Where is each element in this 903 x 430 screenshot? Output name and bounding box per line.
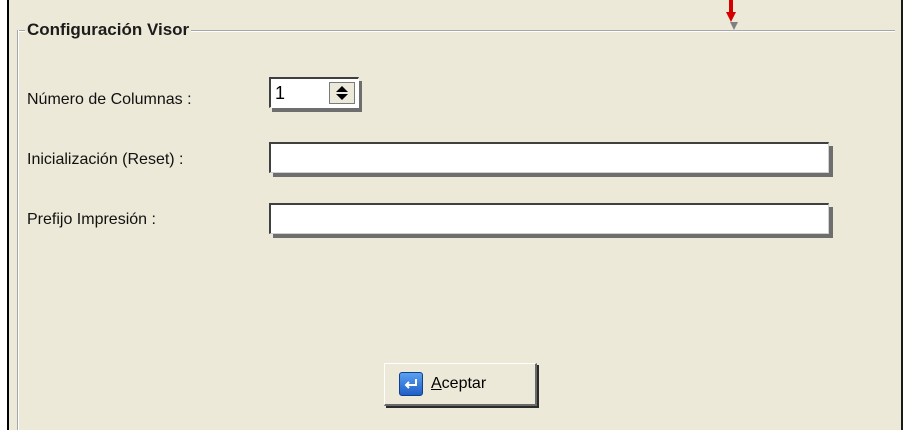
columns-label: Número de Columnas : (27, 91, 192, 108)
enter-icon (399, 372, 423, 396)
print-prefix-label: Prefijo Impresión : (27, 211, 156, 228)
columns-spinner[interactable]: 1 (269, 77, 359, 108)
accept-button[interactable]: Aceptar (384, 363, 537, 406)
spinner-buttons[interactable] (329, 82, 355, 104)
reset-label: Inicialización (Reset) : (27, 151, 184, 168)
spinner-down-icon[interactable] (336, 94, 348, 100)
columns-value[interactable]: 1 (275, 82, 285, 104)
groupbox-left-border (17, 30, 19, 430)
print-prefix-input[interactable] (269, 203, 829, 234)
reset-input[interactable] (269, 142, 829, 173)
groupbox-title: Configuración Visor (25, 20, 192, 40)
pointer-arrow-icon (726, 0, 738, 30)
spinner-up-icon[interactable] (336, 86, 348, 92)
config-window: Configuración Visor Número de Columnas :… (7, 0, 903, 430)
accept-button-label: Aceptar (431, 375, 487, 392)
